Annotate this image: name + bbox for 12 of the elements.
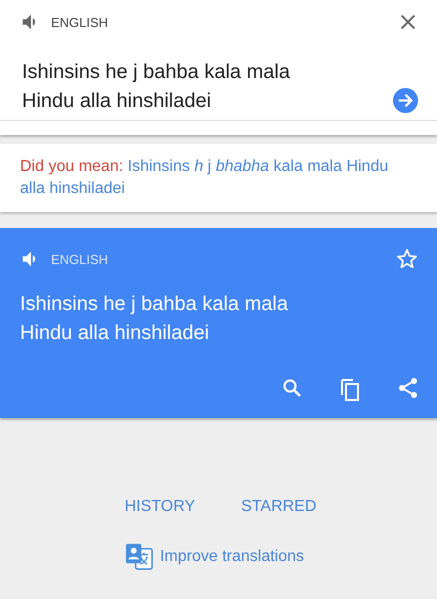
star-icon[interactable] — [395, 247, 419, 271]
translation-text: Ishinsins he j bahba kala mala Hindu alla hinshiladei — [19, 292, 289, 346]
nav-link[interactable]: STARRED — [241, 498, 316, 516]
improve-translations-link[interactable]: Improve translations — [160, 548, 304, 566]
language-label: ENGLISH — [51, 252, 110, 266]
copy-icon[interactable] — [338, 376, 362, 402]
source-text[interactable]: Ishinsins he j bahba kala mala Hindu alla hinshiladei — [22, 58, 392, 116]
share-icon[interactable] — [396, 376, 420, 400]
translate-person-icon[interactable] — [124, 542, 154, 571]
nav-link[interactable]: HISTORY — [124, 498, 196, 516]
did-you-mean-suggestion[interactable]: Did you mean: Ishinsins h j bhabha kala mala Hindu alla hinshiladei — [20, 156, 400, 200]
language-label: ENGLISH — [51, 14, 110, 30]
